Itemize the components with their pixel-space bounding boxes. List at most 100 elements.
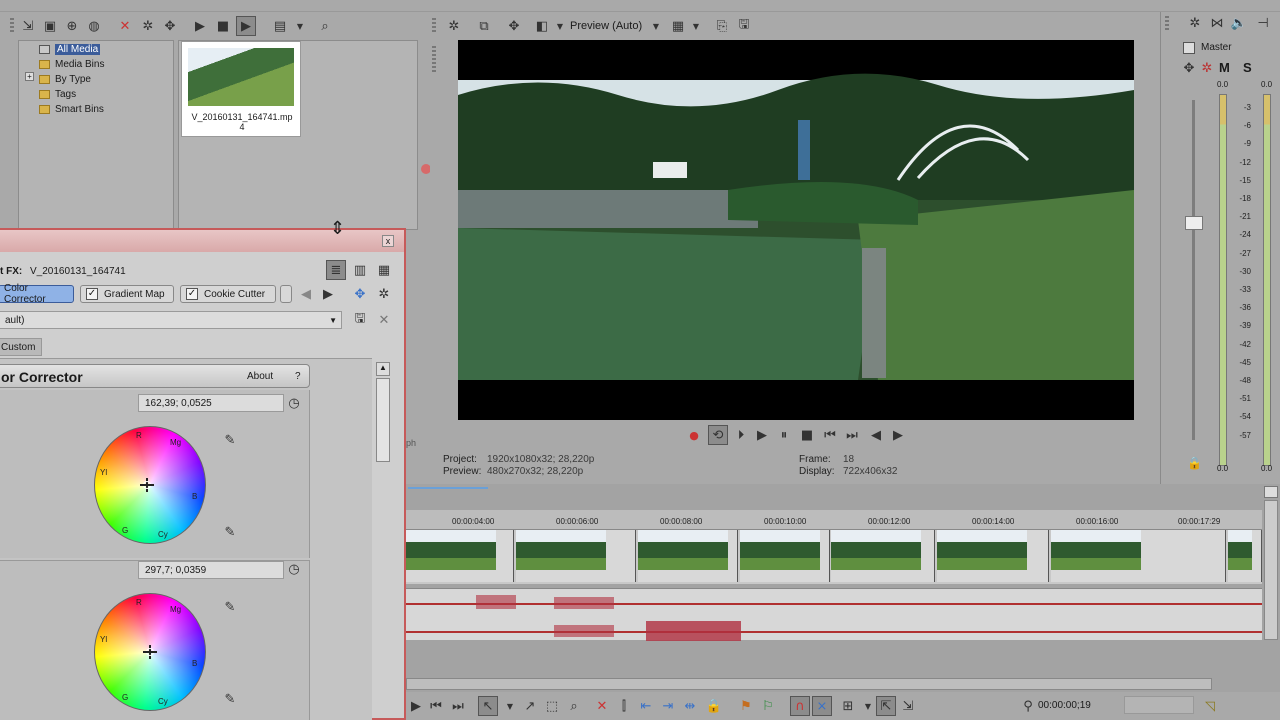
preview-quality-label[interactable]: Preview (Auto) — [570, 20, 642, 32]
wheel1-animate-icon[interactable]: ◷ — [284, 393, 304, 413]
video-clip[interactable] — [1228, 530, 1262, 582]
search-icon[interactable]: ⌕ — [315, 16, 335, 36]
delete-preset-icon[interactable]: ✕ — [374, 310, 394, 330]
next-marker-icon[interactable]: ⏭ — [448, 696, 468, 716]
envelope-icon[interactable]: ◹ — [1200, 696, 1220, 716]
wheel1-value-field[interactable]: 162,39; 0,0525 — [138, 394, 284, 412]
lock-envelopes-icon[interactable]: ⇱ — [876, 696, 896, 716]
pick-color-subtract-icon[interactable]: ✎ — [220, 689, 240, 709]
previous-marker-icon[interactable]: ⏮ — [426, 696, 446, 716]
split-icon[interactable]: ⇹ — [680, 696, 700, 716]
save-snapshot-icon[interactable]: 🖫 — [734, 16, 754, 36]
overlays-dropdown-icon[interactable]: ▼ — [686, 16, 706, 36]
video-clip[interactable] — [516, 530, 636, 582]
panel-grip[interactable] — [1165, 16, 1169, 32]
ripple-dropdown-icon[interactable]: ▼ — [858, 696, 878, 716]
external-monitor-icon[interactable]: ⧉ — [474, 16, 494, 36]
go-to-start-icon[interactable]: ⏮ — [820, 425, 840, 445]
expand-toggle[interactable]: + — [25, 72, 34, 81]
video-clip[interactable] — [831, 530, 935, 582]
web-icon[interactable]: ◍ — [84, 16, 104, 36]
lock-icon[interactable]: 🔒 — [1187, 456, 1202, 470]
fx-chain-gradient-map[interactable]: ✓ Gradient Map — [80, 285, 174, 303]
fx-enabled-checkbox[interactable]: ✓ — [86, 288, 98, 300]
mixer-options-icon[interactable]: ⊣ — [1253, 13, 1273, 33]
delete-icon[interactable]: ✕ — [115, 16, 135, 36]
detail-view-icon[interactable]: ▥ — [350, 260, 370, 280]
zoom-tool-icon[interactable]: ⌕ — [564, 696, 584, 716]
delete-icon[interactable]: ✕ — [592, 696, 612, 716]
previous-frame-icon[interactable]: ◀ — [866, 425, 886, 445]
wheel2-value-field[interactable]: 297,7; 0,0359 — [138, 561, 284, 579]
auto-crossfade-icon[interactable]: ⨯ — [812, 696, 832, 716]
pan-crop-icon[interactable]: ✥ — [504, 16, 524, 36]
tree-item-smart-bins[interactable]: Smart Bins — [39, 102, 104, 116]
save-preset-icon[interactable]: 🖫 — [350, 310, 370, 330]
loop-playback-icon[interactable]: ⟲ — [708, 425, 728, 445]
ignore-grouping-icon[interactable]: ⇲ — [898, 696, 918, 716]
preview-quality-dropdown-icon[interactable]: ▼ — [646, 16, 666, 36]
fx-enabled-checkbox[interactable]: ✓ — [186, 288, 198, 300]
fx-chain-overflow[interactable] — [280, 285, 292, 303]
fx-scroll-up[interactable]: ▲ — [376, 362, 390, 376]
wheel2-animate-icon[interactable]: ◷ — [284, 559, 304, 579]
chain-scroll-right-icon[interactable]: ▶ — [318, 284, 338, 304]
video-fx-icon[interactable]: ✲ — [444, 16, 464, 36]
solo-button[interactable]: S — [1243, 60, 1252, 75]
trim-start-icon[interactable]: ⇤ — [636, 696, 656, 716]
video-clip[interactable] — [937, 530, 1049, 582]
preset-dropdown[interactable]: ault) ▼ — [0, 311, 342, 329]
video-clip[interactable] — [1051, 530, 1226, 582]
stop-icon[interactable]: ■ — [213, 16, 233, 36]
trim-icon[interactable]: ⫿ — [614, 696, 634, 716]
snapping-icon[interactable]: ∩ — [790, 696, 810, 716]
fx-scrollbar-thumb[interactable] — [376, 378, 390, 462]
trim-end-icon[interactable]: ⇥ — [658, 696, 678, 716]
fx-chain-cookie-cutter[interactable]: ✓ Cookie Cutter — [180, 285, 276, 303]
import-media-icon[interactable]: ⇲ — [18, 16, 38, 36]
edit-tool-dropdown-icon[interactable]: ▼ — [500, 696, 520, 716]
fx-chain-color-corrector[interactable]: Color Corrector — [0, 283, 74, 305]
pick-color-add-icon[interactable]: ✎ — [220, 597, 240, 617]
split-screen-icon[interactable]: ◧ — [532, 16, 552, 36]
tree-item-all-media[interactable]: All Media — [39, 42, 101, 56]
volume-fader[interactable] — [1185, 216, 1203, 230]
pause-icon[interactable]: ⏸ — [774, 425, 794, 445]
grid-view-icon[interactable]: ▦ — [374, 260, 394, 280]
views-dropdown-icon[interactable]: ▼ — [290, 16, 310, 36]
video-clip[interactable] — [406, 530, 514, 582]
views-icon[interactable]: ▤ — [270, 16, 290, 36]
media-fx-icon[interactable]: ✲ — [138, 16, 158, 36]
dim-output-icon[interactable]: 🔈 — [1229, 13, 1249, 33]
capture-icon[interactable]: ▣ — [40, 16, 60, 36]
tree-item-by-type[interactable]: By Type — [39, 72, 91, 86]
auto-play-icon[interactable]: ▶ — [236, 16, 256, 36]
copy-snapshot-icon[interactable]: ⎘ — [712, 16, 732, 36]
normal-edit-tool-icon[interactable]: ↖ — [478, 696, 498, 716]
selection-tool-icon[interactable]: ⬚ — [542, 696, 562, 716]
master-checkbox[interactable] — [1183, 42, 1195, 54]
tab-custom[interactable]: Custom — [0, 338, 42, 356]
overlays-icon[interactable]: ▦ — [668, 16, 688, 36]
panel-grip[interactable] — [432, 46, 436, 72]
mute-button[interactable]: M — [1219, 60, 1230, 75]
remove-plugin-icon[interactable]: ✲ — [374, 284, 394, 304]
media-file-card[interactable]: V_20160131_164741.mp 4 — [181, 41, 301, 137]
play-from-start-icon[interactable]: ⏵ — [731, 425, 751, 445]
wheel2-handle[interactable] — [143, 645, 157, 659]
play-icon[interactable]: ▶ — [190, 16, 210, 36]
record-icon[interactable]: ● — [684, 425, 704, 445]
split-dropdown-icon[interactable]: ▼ — [550, 16, 570, 36]
scrub-left-icon[interactable]: ▶ — [406, 696, 426, 716]
envelope-tool-icon[interactable]: ↗ — [520, 696, 540, 716]
timeline-scroll-up[interactable] — [1264, 486, 1278, 498]
video-clip[interactable] — [638, 530, 738, 582]
ripple-edit-icon[interactable]: ⊞ — [838, 696, 858, 716]
close-icon[interactable]: x — [382, 235, 394, 247]
timeline-hscroll[interactable] — [406, 678, 1212, 690]
master-fx-icon[interactable]: ✲ — [1185, 13, 1205, 33]
pick-color-add-icon[interactable]: ✎ — [220, 430, 240, 450]
go-to-end-icon[interactable]: ⏭ — [842, 425, 862, 445]
auto-preview-icon[interactable]: ✥ — [160, 16, 180, 36]
play-icon[interactable]: ▶ — [752, 425, 772, 445]
